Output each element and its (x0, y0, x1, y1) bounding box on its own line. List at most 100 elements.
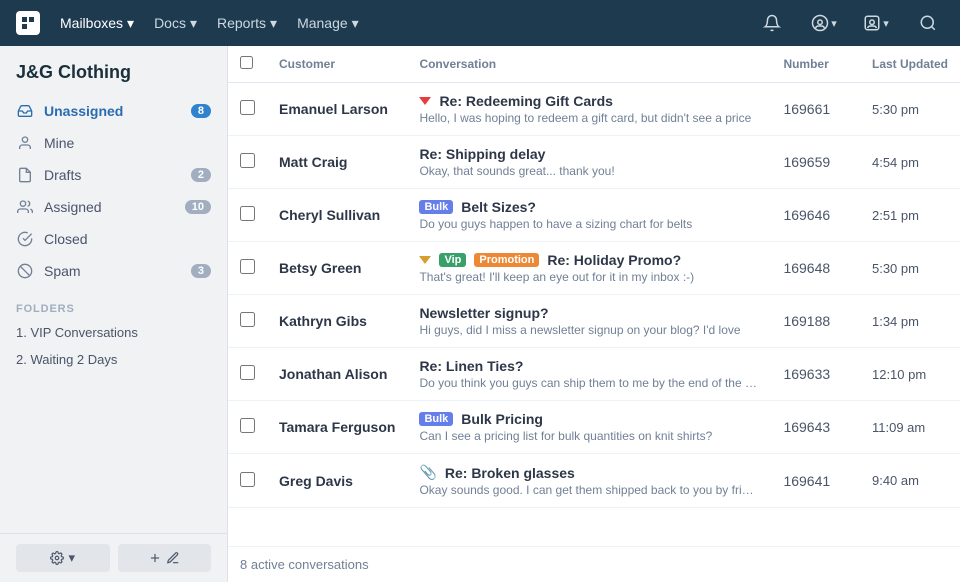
conversation-preview: Okay, that sounds great... thank you! (419, 164, 759, 178)
row-checkbox[interactable] (240, 206, 255, 221)
conversations-table: Customer Conversation Number Last Update… (228, 46, 960, 508)
conversation-cell: VipPromotionRe: Holiday Promo?That's gre… (407, 242, 771, 295)
nav-docs[interactable]: Docs ▾ (154, 15, 197, 32)
conversation-number: 169661 (771, 83, 860, 136)
customer-cell: Emanuel Larson (267, 83, 407, 136)
folder-vip[interactable]: 1. VIP Conversations (0, 319, 227, 346)
table-row[interactable]: Matt Craig Re: Shipping delayOkay, that s… (228, 136, 960, 189)
sidebar-item-unassigned[interactable]: Unassigned 8 (0, 95, 227, 127)
row-checkbox[interactable] (240, 153, 255, 168)
conversation-subject: Re: Holiday Promo? (547, 252, 681, 268)
col-updated-header: Last Updated (860, 46, 960, 83)
main-content: Customer Conversation Number Last Update… (228, 46, 960, 582)
customer-cell: Kathryn Gibs (267, 295, 407, 348)
row-checkbox[interactable] (240, 418, 255, 433)
spam-badge: 3 (191, 264, 211, 278)
select-all-checkbox[interactable] (240, 56, 253, 69)
conversation-subject: Newsletter signup? (419, 305, 548, 321)
sidebar-item-assigned[interactable]: Assigned 10 (0, 191, 227, 223)
app-logo (16, 11, 40, 35)
assigned-label: Assigned (44, 199, 175, 215)
nav-reports[interactable]: Reports ▾ (217, 15, 277, 32)
compose-button[interactable] (118, 544, 212, 572)
row-checkbox[interactable] (240, 365, 255, 380)
conversation-cell: BulkBulk PricingCan I see a pricing list… (407, 401, 771, 454)
conversation-cell: Re: Linen Ties?Do you think you guys can… (407, 348, 771, 401)
main-layout: J&G Clothing Unassigned 8 Mine (0, 46, 960, 582)
conversation-preview: Do you think you guys can ship them to m… (419, 376, 759, 390)
col-number-header: Number (771, 46, 860, 83)
conversation-cell: Newsletter signup?Hi guys, did I miss a … (407, 295, 771, 348)
row-checkbox[interactable] (240, 312, 255, 327)
nav-mailboxes[interactable]: Mailboxes ▾ (60, 15, 134, 32)
avatar-icon[interactable]: ▾ (860, 7, 892, 39)
chevron-down-icon: ▾ (190, 15, 197, 32)
customer-name: Greg Davis (279, 473, 395, 489)
conversation-subject: Re: Broken glasses (445, 465, 575, 481)
table-row[interactable]: Kathryn Gibs Newsletter signup?Hi guys, d… (228, 295, 960, 348)
table-row[interactable]: Jonathan Alison Re: Linen Ties?Do you thi… (228, 348, 960, 401)
conversation-cell: Re: Shipping delayOkay, that sounds grea… (407, 136, 771, 189)
conversation-tag: Promotion (474, 253, 539, 267)
conversation-number: 169643 (771, 401, 860, 454)
sidebar-item-mine[interactable]: Mine (0, 127, 227, 159)
conversation-preview: Can I see a pricing list for bulk quanti… (419, 429, 759, 443)
table-footer: 8 active conversations (228, 546, 960, 582)
customer-name: Emanuel Larson (279, 101, 395, 117)
company-name: J&G Clothing (0, 46, 227, 91)
customer-cell: Matt Craig (267, 136, 407, 189)
nav-manage[interactable]: Manage ▾ (297, 15, 359, 32)
conversation-updated: 4:54 pm (860, 136, 960, 189)
drafts-label: Drafts (44, 167, 181, 183)
conversation-subject: Belt Sizes? (461, 199, 536, 215)
bell-icon[interactable] (756, 7, 788, 39)
customer-name: Cheryl Sullivan (279, 207, 395, 223)
customer-cell: Greg Davis (267, 454, 407, 508)
col-customer-header: Customer (267, 46, 407, 83)
conversation-tag: Bulk (419, 412, 453, 426)
sidebar-item-drafts[interactable]: Drafts 2 (0, 159, 227, 191)
conversation-updated: 11:09 am (860, 401, 960, 454)
sidebar-item-spam[interactable]: Spam 3 (0, 255, 227, 287)
sidebar-item-closed[interactable]: Closed (0, 223, 227, 255)
customer-name: Betsy Green (279, 260, 395, 276)
top-navigation: Mailboxes ▾ Docs ▾ Reports ▾ Manage ▾ ▾ … (0, 0, 960, 46)
customer-name: Kathryn Gibs (279, 313, 395, 329)
yellow-flag-icon (419, 256, 431, 264)
users-icon (16, 198, 34, 216)
customer-name: Tamara Ferguson (279, 419, 395, 435)
table-row[interactable]: Betsy GreenVipPromotionRe: Holiday Promo… (228, 242, 960, 295)
conversation-number: 169641 (771, 454, 860, 508)
table-row[interactable]: Emanuel Larson Re: Redeeming Gift CardsHe… (228, 83, 960, 136)
customer-cell: Jonathan Alison (267, 348, 407, 401)
chevron-down-icon: ▾ (270, 15, 277, 32)
conversation-cell: BulkBelt Sizes?Do you guys happen to hav… (407, 189, 771, 242)
col-checkbox (228, 46, 267, 83)
conversations-table-container: Customer Conversation Number Last Update… (228, 46, 960, 546)
ban-icon (16, 262, 34, 280)
drafts-badge: 2 (191, 168, 211, 182)
conversation-number: 169659 (771, 136, 860, 189)
table-row[interactable]: Greg Davis 📎Re: Broken glassesOkay sounds… (228, 454, 960, 508)
customer-name: Matt Craig (279, 154, 395, 170)
row-checkbox[interactable] (240, 472, 255, 487)
inbox-icon (16, 102, 34, 120)
table-row[interactable]: Cheryl Sullivan BulkBelt Sizes?Do you guy… (228, 189, 960, 242)
file-icon (16, 166, 34, 184)
folder-waiting[interactable]: 2. Waiting 2 Days (0, 346, 227, 373)
conversation-preview: That's great! I'll keep an eye out for i… (419, 270, 759, 284)
table-row[interactable]: Tamara Ferguson BulkBulk PricingCan I see… (228, 401, 960, 454)
conversation-number: 169633 (771, 348, 860, 401)
conversation-cell: 📎Re: Broken glassesOkay sounds good. I c… (407, 454, 771, 508)
conversation-cell: Re: Redeeming Gift CardsHello, I was hop… (407, 83, 771, 136)
unassigned-label: Unassigned (44, 103, 181, 119)
customer-cell: Betsy Green (267, 242, 407, 295)
settings-button[interactable]: ▾ (16, 544, 110, 572)
conversation-preview: Hello, I was hoping to redeem a gift car… (419, 111, 759, 125)
user-circle-icon[interactable]: ▾ (808, 7, 840, 39)
search-icon[interactable] (912, 7, 944, 39)
customer-name: Jonathan Alison (279, 366, 395, 382)
row-checkbox[interactable] (240, 100, 255, 115)
red-flag-icon (419, 97, 431, 105)
row-checkbox[interactable] (240, 259, 255, 274)
